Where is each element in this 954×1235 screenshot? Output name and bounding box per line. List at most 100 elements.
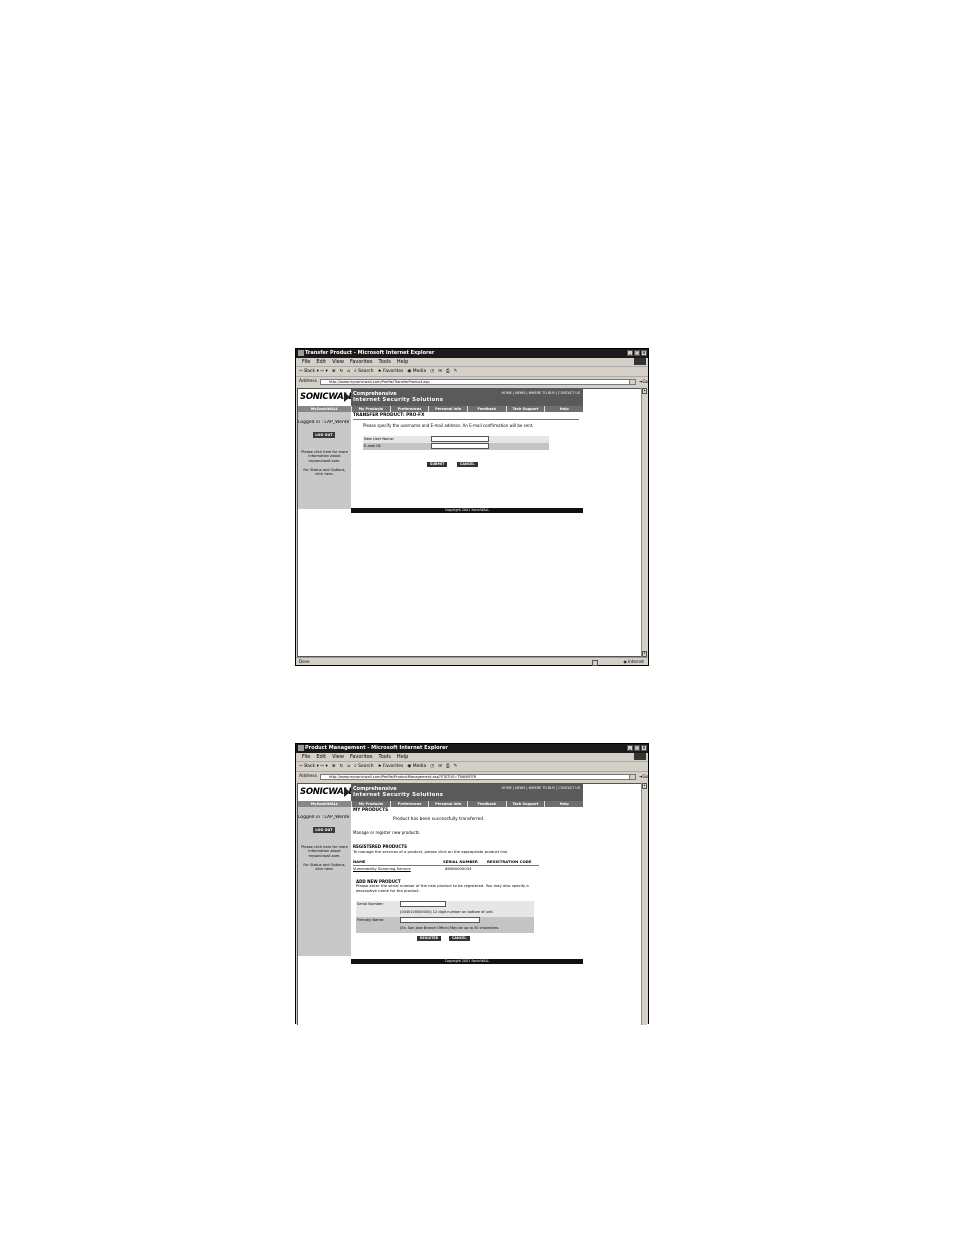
go-button[interactable]: ➜Go [639, 377, 648, 386]
media-button[interactable]: ◉ Media [407, 367, 426, 376]
print-icon[interactable]: ⎙ [446, 367, 450, 376]
vertical-scrollbar[interactable]: ▴ [641, 783, 647, 1025]
go-button[interactable]: ➜Go [639, 772, 648, 781]
history-icon[interactable]: ◷ [430, 762, 434, 771]
address-label: Address [299, 379, 317, 384]
page-viewport: SONICWALL Comprehensive Internet Securit… [297, 783, 642, 1025]
help-text[interactable]: Please click here for more information a… [299, 845, 350, 858]
status-text[interactable]: For Status and Options, click here. [299, 468, 350, 477]
favorites-button[interactable]: ★ Favorites [378, 367, 404, 376]
toolbar: ⇦ Back ▾ ⇨ ▾ ⊗ ↻ ⌂ ⌕ Search ★ Favorites … [296, 761, 648, 771]
media-button[interactable]: ◉ Media [407, 762, 426, 771]
menu-favorites[interactable]: Favorites [350, 753, 373, 761]
home-icon[interactable]: ⌂ [347, 367, 350, 376]
close-icon[interactable]: × [641, 350, 647, 356]
page-title: MY PRODUCTS [353, 808, 389, 813]
stop-icon[interactable]: ⊗ [332, 367, 336, 376]
serial-input[interactable] [400, 901, 446, 907]
favorites-button[interactable]: ★ Favorites [378, 762, 404, 771]
edit-icon[interactable]: ✎ [454, 367, 458, 376]
menu-edit[interactable]: Edit [316, 358, 326, 366]
cancel-button[interactable]: CANCEL [457, 462, 478, 467]
register-button[interactable]: REGISTER [417, 936, 442, 941]
mail-icon[interactable]: ✉ [438, 762, 442, 771]
friendly-label: Friendly Name: [357, 918, 385, 922]
status-text[interactable]: For Status and Options, click here. [299, 863, 350, 872]
stop-icon[interactable]: ⊗ [332, 762, 336, 771]
copyright: Copyright 2001 SonicWALL [351, 959, 583, 964]
tab-preferences[interactable]: Preferences [389, 406, 429, 412]
status-text-left: Done [299, 659, 310, 664]
menu-tools[interactable]: Tools [379, 753, 391, 761]
menu-view[interactable]: View [332, 358, 344, 366]
manage-text: Manage or register new products. [353, 830, 421, 835]
tab-my-products[interactable]: My Products [351, 801, 390, 807]
address-input[interactable]: http://www.mysonicwall.com/Profile/Trans… [319, 378, 637, 385]
menu-tools[interactable]: Tools [379, 358, 391, 366]
minimize-icon[interactable]: _ [627, 745, 633, 751]
home-icon[interactable]: ⌂ [347, 762, 350, 771]
mail-icon[interactable]: ✉ [438, 367, 442, 376]
username-input[interactable] [431, 436, 489, 442]
maximize-icon[interactable]: □ [634, 350, 640, 356]
tab-help[interactable]: Help [544, 801, 584, 807]
vertical-scrollbar[interactable]: ▴ ▾ [641, 388, 647, 657]
lock-icon [592, 660, 598, 666]
edit-icon[interactable]: ✎ [454, 762, 458, 771]
logout-button[interactable]: LOG OUT [313, 432, 335, 438]
email-input[interactable] [431, 443, 489, 449]
cancel-button[interactable]: CANCEL [449, 936, 470, 941]
maximize-icon[interactable]: □ [634, 745, 640, 751]
menu-edit[interactable]: Edit [316, 753, 326, 761]
menu-file[interactable]: File [302, 753, 310, 761]
top-links[interactable]: HOME | NEWS | WHERE TO BUY | CONTACT US [502, 786, 580, 790]
minimize-icon[interactable]: _ [627, 350, 633, 356]
refresh-icon[interactable]: ↻ [340, 762, 344, 771]
tab-personal-info[interactable]: Personal Info [428, 801, 468, 807]
scroll-up-icon[interactable]: ▴ [642, 783, 647, 789]
menu-file[interactable]: File [302, 358, 310, 366]
tab-my-products[interactable]: My Products [351, 406, 390, 412]
close-icon[interactable]: × [641, 745, 647, 751]
menu-view[interactable]: View [332, 753, 344, 761]
tab-tech-support[interactable]: Tech Support [505, 801, 545, 807]
menu-help[interactable]: Help [397, 358, 408, 366]
tab-feedback[interactable]: Feedback [467, 406, 506, 412]
address-input[interactable]: http://www.mysonicwall.com/Profile/Produ… [319, 773, 637, 780]
menu-favorites[interactable]: Favorites [350, 358, 373, 366]
print-icon[interactable]: ⎙ [446, 762, 450, 771]
logout-button[interactable]: LOG OUT [313, 827, 335, 833]
menu-help[interactable]: Help [397, 753, 408, 761]
toolbar: ⇦ Back ▾ ⇨ ▾ ⊗ ↻ ⌂ ⌕ Search ★ Favorites … [296, 366, 648, 376]
back-button[interactable]: ⇦ Back ▾ ⇨ ▾ [299, 367, 328, 376]
chevron-down-icon[interactable] [629, 774, 636, 779]
instruction-text: Please specify the username and E-mail a… [363, 423, 534, 428]
history-icon[interactable]: ◷ [430, 367, 434, 376]
window-title: Transfer Product - Microsoft Internet Ex… [305, 350, 435, 356]
serial-label: Serial Number: [357, 902, 384, 906]
page-title: TRANSFER PRODUCT: PRO-FX [353, 413, 425, 418]
scroll-up-icon[interactable]: ▴ [642, 388, 647, 394]
tab-feedback[interactable]: Feedback [467, 801, 506, 807]
submit-button[interactable]: SUBMIT [427, 462, 448, 467]
tab-help[interactable]: Help [544, 406, 584, 412]
top-links[interactable]: HOME | NEWS | WHERE TO BUY | CONTACT US [502, 391, 580, 395]
chevron-down-icon[interactable] [629, 379, 636, 384]
friendly-input[interactable] [400, 917, 480, 923]
refresh-icon[interactable]: ↻ [340, 367, 344, 376]
search-button[interactable]: ⌕ Search [354, 762, 373, 771]
table-row: Vulnerability Scanning Service 880800000… [353, 866, 539, 872]
tab-tech-support[interactable]: Tech Support [505, 406, 545, 412]
back-button[interactable]: ⇦ Back ▾ ⇨ ▾ [299, 762, 328, 771]
help-text[interactable]: Please click here for more information a… [299, 450, 350, 463]
product-serial: 88080000034 [445, 866, 472, 871]
product-link[interactable]: Vulnerability Scanning Service [353, 866, 411, 871]
user-label: New User Name: [364, 437, 395, 441]
tab-personal-info[interactable]: Personal Info [428, 406, 468, 412]
sonicwall-logo[interactable]: SONICWALL [298, 389, 354, 406]
tab-preferences[interactable]: Preferences [389, 801, 429, 807]
sonicwall-logo[interactable]: SONICWALL [298, 784, 354, 801]
divider [353, 419, 579, 420]
search-button[interactable]: ⌕ Search [354, 367, 373, 376]
sonicwall-page: SONICWALL Comprehensive Internet Securit… [298, 389, 584, 513]
